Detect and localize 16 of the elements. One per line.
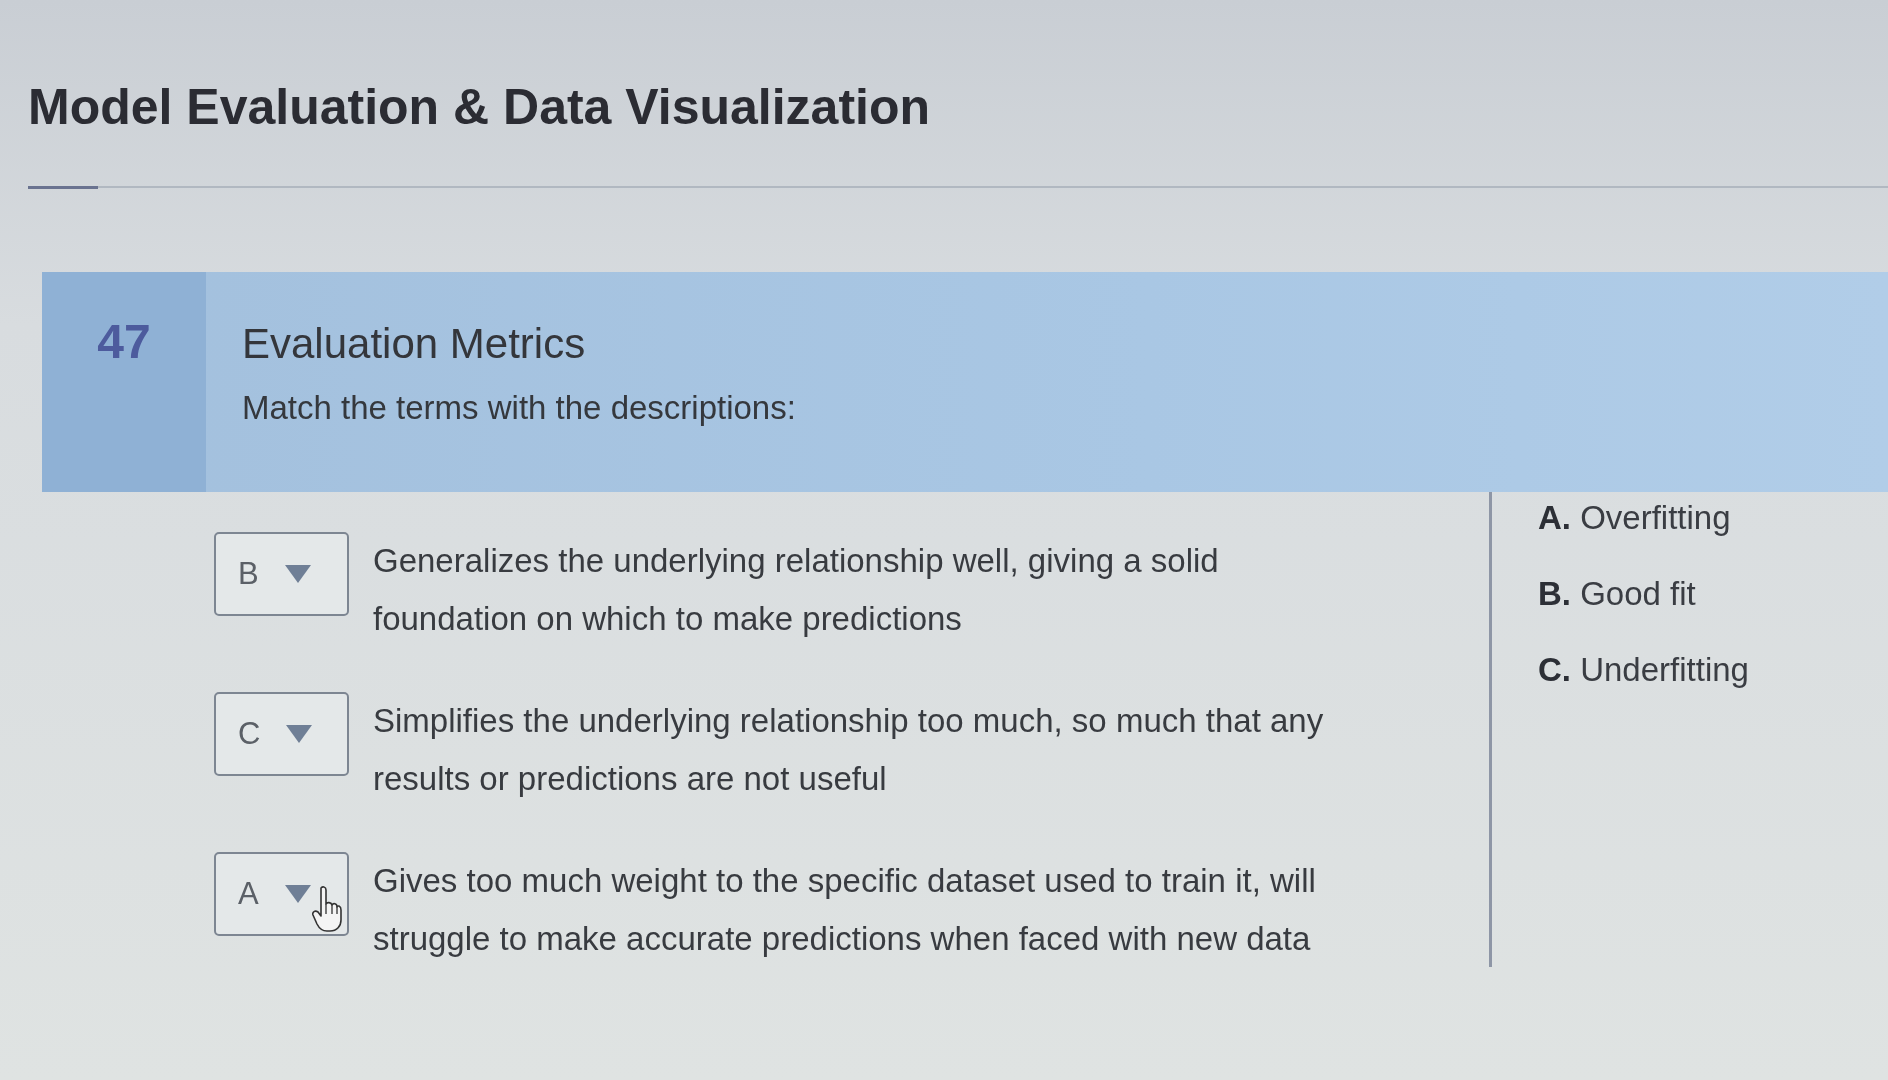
caret-icon: [284, 565, 311, 583]
option-label: A. Overfitting: [1538, 498, 1732, 538]
answer-dropdown[interactable]: A: [214, 852, 349, 936]
match-description: Generalizes the underlying relationship well, giving a solid foundation on which to make predictions: [373, 541, 1220, 639]
question-number: 47: [97, 314, 151, 370]
match-description: Gives too much weight to the specific dataset used to train it, will struggle to make accurate predictions when faced with new data: [373, 861, 1317, 959]
answer-dropdown[interactable]: C: [214, 692, 349, 776]
option-label: B. Good fit: [1538, 574, 1697, 614]
question-prompt: Match the terms with the descriptions:: [242, 388, 796, 428]
caret-icon: [286, 725, 313, 743]
match-description: Simplifies the underlying relationship too much, so much that any results or predictions are not useful: [373, 701, 1325, 799]
question-title: Evaluation Metrics: [242, 319, 587, 369]
answer-dropdown[interactable]: B: [214, 532, 349, 616]
page-title: Model Evaluation & Data Visualization: [28, 78, 931, 137]
caret-icon: [284, 885, 311, 903]
option-label: C. Underfitting: [1538, 650, 1749, 690]
